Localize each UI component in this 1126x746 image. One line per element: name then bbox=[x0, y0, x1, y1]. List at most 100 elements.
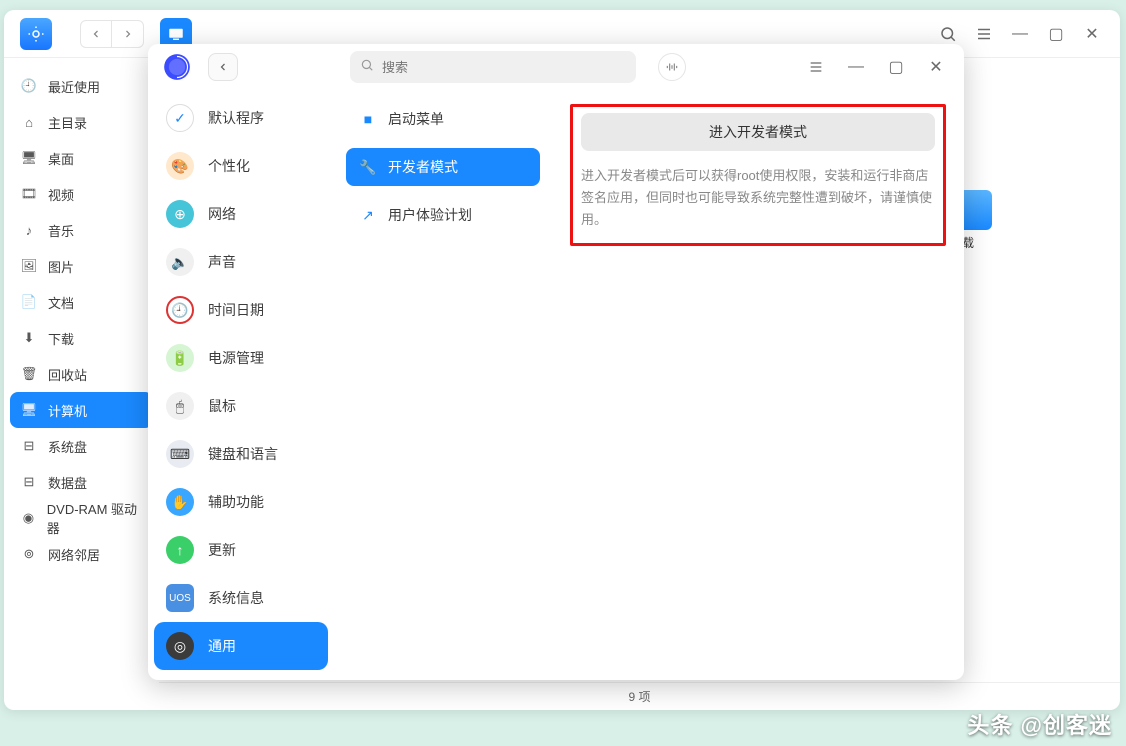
settings-back-button[interactable] bbox=[208, 53, 238, 81]
category-personalization[interactable]: 🎨 个性化 bbox=[154, 142, 328, 190]
battery-icon: 🔋 bbox=[166, 344, 194, 372]
sidebar-item-network[interactable]: ⊚ 网络邻居 bbox=[10, 536, 153, 572]
sidebar-item-desktop[interactable]: 🖥桌面 bbox=[10, 140, 153, 176]
settings-close-button[interactable]: ✕ bbox=[918, 49, 954, 85]
sidebar-item-label: 下载 bbox=[48, 329, 74, 348]
category-label: 鼠标 bbox=[208, 396, 236, 416]
settings-category-list: ✓默认程序 🎨 个性化 ⊕网络 🔈声音 🕘 时间日期 🔋 电源管理 🖱 鼠标 ⌨键盘和语… bbox=[148, 90, 334, 680]
category-label: 系统信息 bbox=[208, 588, 264, 608]
category-network[interactable]: ⊕网络 bbox=[154, 190, 328, 238]
sub-label: 启动菜单 bbox=[388, 109, 444, 129]
video-icon: 🎞 bbox=[20, 185, 38, 203]
category-keyboard[interactable]: ⌨键盘和语言 bbox=[154, 430, 328, 478]
category-datetime[interactable]: 🕘 时间日期 bbox=[154, 286, 328, 334]
category-mouse[interactable]: 🖱 鼠标 bbox=[154, 382, 328, 430]
category-label: 时间日期 bbox=[208, 300, 264, 320]
mouse-icon: 🖱 bbox=[166, 392, 194, 420]
sidebar-item-label: 回收站 bbox=[48, 365, 87, 384]
square-icon: ■ bbox=[360, 111, 376, 127]
speaker-icon: 🔈 bbox=[166, 248, 194, 276]
emphasis-box: 进入开发者模式 进入开发者模式后可以获得root使用权限，安装和运行非商店签名应… bbox=[570, 104, 946, 246]
computer-icon: 🖥 bbox=[20, 401, 38, 419]
settings-app-icon bbox=[162, 52, 192, 82]
sidebar-item-optical[interactable]: ◉DVD-RAM 驱动器 bbox=[10, 500, 153, 536]
search-icon bbox=[360, 58, 374, 77]
network-icon: ⊚ bbox=[20, 545, 38, 563]
settings-maximize-button[interactable]: ▢ bbox=[878, 49, 914, 85]
sub-user-experience[interactable]: ↗用户体验计划 bbox=[346, 196, 540, 234]
category-update[interactable]: ↑ 更新 bbox=[154, 526, 328, 574]
category-sound[interactable]: 🔈声音 bbox=[154, 238, 328, 286]
sub-label: 开发者模式 bbox=[388, 157, 458, 177]
sidebar-item-label: DVD-RAM 驱动器 bbox=[47, 499, 143, 537]
settings-minimize-button[interactable]: — bbox=[838, 49, 874, 85]
sub-label: 用户体验计划 bbox=[388, 205, 472, 225]
settings-menu-icon[interactable] bbox=[798, 49, 834, 85]
sidebar-item-label: 计算机 bbox=[48, 401, 87, 420]
settings-search[interactable] bbox=[350, 51, 636, 83]
enter-developer-mode-button[interactable]: 进入开发者模式 bbox=[581, 113, 935, 151]
music-icon: ♪ bbox=[20, 221, 38, 239]
sidebar-item-label: 音乐 bbox=[48, 221, 74, 240]
sidebar-item-documents[interactable]: 📄文档 bbox=[10, 284, 153, 320]
sidebar-item-pictures[interactable]: 🖼图片 bbox=[10, 248, 153, 284]
keyboard-icon: ⌨ bbox=[166, 440, 194, 468]
fm-statusbar: 9 项 bbox=[159, 682, 1120, 710]
settings-subcategory-list: ■ 启动菜单 🔧 开发者模式 ↗用户体验计划 bbox=[334, 90, 552, 680]
arrow-up-icon: ↑ bbox=[166, 536, 194, 564]
document-icon: 📄 bbox=[20, 293, 38, 311]
sidebar-item-music[interactable]: ♪ 音乐 bbox=[10, 212, 153, 248]
settings-titlebar: — ▢ ✕ bbox=[148, 44, 964, 90]
wrench-icon: 🔧 bbox=[360, 159, 376, 175]
sidebar-item-trash[interactable]: 🗑 回收站 bbox=[10, 356, 153, 392]
fm-close-button[interactable]: ✕ bbox=[1074, 16, 1110, 52]
sidebar-item-videos[interactable]: 🎞视频 bbox=[10, 176, 153, 212]
clock-icon: 🕘 bbox=[166, 296, 194, 324]
menu-icon[interactable] bbox=[966, 16, 1002, 52]
watermark: 头条 @创客迷 bbox=[967, 708, 1112, 740]
sidebar-item-label: 网络邻居 bbox=[48, 545, 100, 564]
disk-icon: ⊟ bbox=[20, 437, 38, 455]
category-power[interactable]: 🔋 电源管理 bbox=[154, 334, 328, 382]
hand-icon: ✋ bbox=[166, 488, 194, 516]
fm-sidebar: 🕘最近使用 ⌂主目录 🖥桌面 🎞视频 ♪音乐 🖼图片 📄文档 ⬇下载 🗑回收站 … bbox=[4, 58, 159, 710]
category-label: 电源管理 bbox=[208, 348, 264, 368]
sub-boot-menu[interactable]: ■ 启动菜单 bbox=[346, 100, 540, 138]
default-icon: ✓ bbox=[166, 104, 194, 132]
sidebar-item-recent[interactable]: 🕘最近使用 bbox=[10, 68, 153, 104]
category-label: 网络 bbox=[208, 204, 236, 224]
brush-icon: 🎨 bbox=[166, 152, 194, 180]
category-sysinfo[interactable]: UOS 系统信息 bbox=[154, 574, 328, 622]
sidebar-item-system-disk[interactable]: ⊟系统盘 bbox=[10, 428, 153, 464]
home-icon: ⌂ bbox=[20, 113, 38, 131]
trash-icon: 🗑 bbox=[20, 365, 38, 383]
sidebar-item-label: 主目录 bbox=[48, 113, 87, 132]
category-general[interactable]: ◎通用 bbox=[154, 622, 328, 670]
fm-minimize-button[interactable]: — bbox=[1002, 16, 1038, 52]
settings-detail-pane: 进入开发者模式 进入开发者模式后可以获得root使用权限，安装和运行非商店签名应… bbox=[552, 90, 964, 680]
category-accessibility[interactable]: ✋ 辅助功能 bbox=[154, 478, 328, 526]
image-icon: 🖼 bbox=[20, 257, 38, 275]
category-default-apps[interactable]: ✓默认程序 bbox=[154, 94, 328, 142]
category-label: 辅助功能 bbox=[208, 492, 264, 512]
category-label: 个性化 bbox=[208, 156, 250, 176]
sidebar-item-downloads[interactable]: ⬇ 下载 bbox=[10, 320, 153, 356]
sidebar-item-home[interactable]: ⌂ 主目录 bbox=[10, 104, 153, 140]
sidebar-item-data-disk[interactable]: ⊟数据盘 bbox=[10, 464, 153, 500]
category-label: 更新 bbox=[208, 540, 236, 560]
item-count: 9 项 bbox=[628, 688, 650, 705]
settings-window: — ▢ ✕ ✓默认程序 🎨 个性化 ⊕网络 🔈声音 🕘 时间日期 🔋 电源管理 🖱 鼠标… bbox=[148, 44, 964, 680]
sidebar-item-computer[interactable]: 🖥 计算机 bbox=[10, 392, 153, 428]
info-icon: UOS bbox=[166, 584, 194, 612]
desktop-icon: 🖥 bbox=[20, 149, 38, 167]
fm-maximize-button[interactable]: ▢ bbox=[1038, 16, 1074, 52]
search-input[interactable] bbox=[382, 60, 626, 75]
sub-developer-mode[interactable]: 🔧 开发者模式 bbox=[346, 148, 540, 186]
download-icon: ⬇ bbox=[20, 329, 38, 347]
sidebar-item-label: 数据盘 bbox=[48, 473, 87, 492]
gear-icon: ◎ bbox=[166, 632, 194, 660]
developer-mode-description: 进入开发者模式后可以获得root使用权限，安装和运行非商店签名应用，但同时也可能… bbox=[581, 165, 935, 231]
voice-button[interactable] bbox=[658, 53, 686, 81]
nav-back-button[interactable] bbox=[80, 20, 112, 48]
nav-forward-button[interactable] bbox=[112, 20, 144, 48]
